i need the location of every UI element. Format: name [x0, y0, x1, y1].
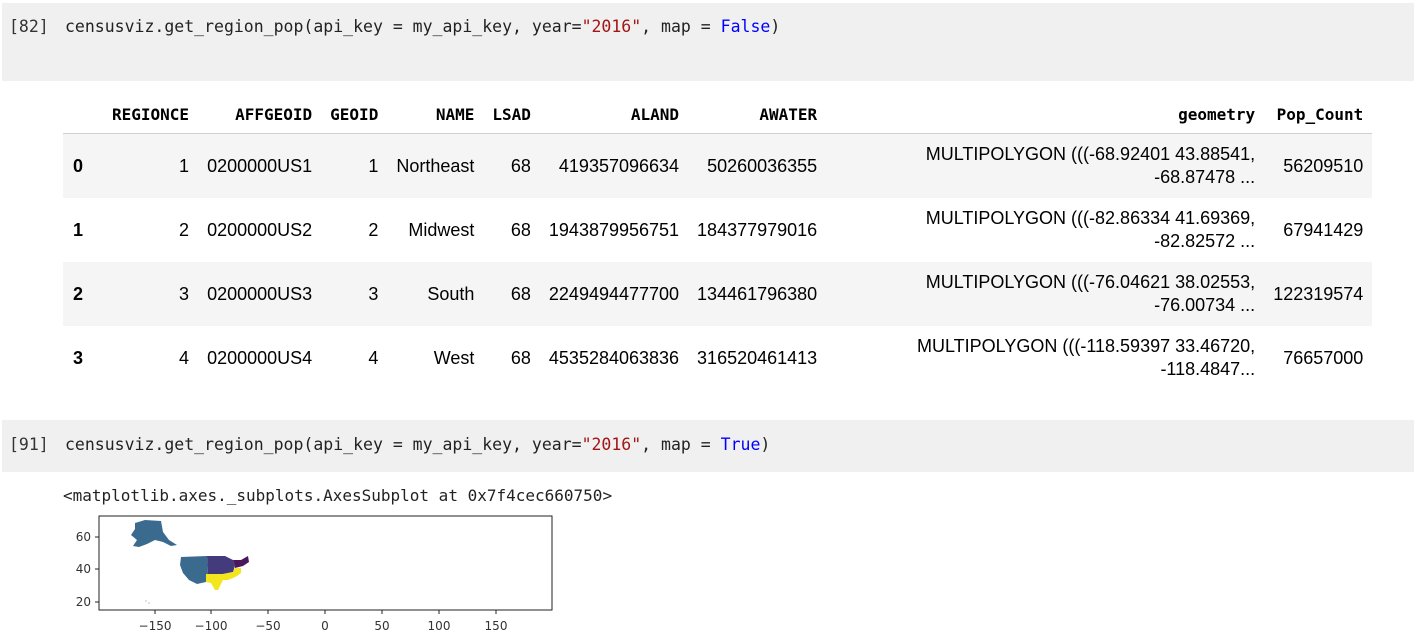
cell-pop-count: 56209510	[1283, 155, 1364, 176]
x-axis: −150 −100 −50 0 50 100 150	[139, 610, 508, 633]
cell-affgeoid: 0200000US4	[207, 347, 313, 368]
column-header-regionce: REGIONCE	[103, 95, 199, 134]
cell-regionce: 3	[179, 283, 190, 304]
cell-geoid: 1	[368, 155, 379, 176]
cell-name: West	[433, 347, 475, 368]
x-tick-label: −100	[195, 619, 228, 633]
cell-awater: 184377979016	[697, 219, 818, 240]
cell-aland: 2249494477700	[548, 283, 680, 304]
cell-awater: 316520461413	[697, 347, 818, 368]
cell-geometry: MULTIPOLYGON (((-118.59397 33.46720, -118…	[917, 336, 1256, 379]
column-header-lsad: LSAD	[483, 95, 540, 134]
code-line[interactable]: censusviz.get_region_pop(api_key = my_ap…	[65, 17, 780, 36]
table-header-row: REGIONCE AFFGEOID GEOID NAME LSAD ALAND …	[63, 95, 1373, 134]
x-tick-label: 150	[485, 619, 508, 633]
cell-pop-count: 122319574	[1273, 283, 1364, 304]
cell-lsad: 68	[510, 347, 531, 368]
cell-aland: 1943879956751	[548, 219, 680, 240]
x-tick-label: 0	[321, 619, 329, 633]
cell-geometry: MULTIPOLYGON (((-76.04621 38.02553, -76.0…	[925, 272, 1256, 315]
cell-affgeoid: 0200000US1	[207, 155, 313, 176]
column-header-index	[63, 95, 103, 134]
y-tick-label: 20	[76, 595, 91, 609]
y-axis: 60 40 20	[76, 530, 99, 609]
x-tick-label: 50	[374, 619, 389, 633]
column-header-geometry: geometry	[826, 95, 1265, 134]
cell-regionce: 2	[179, 219, 190, 240]
code-cell-82[interactable]: [82] censusviz.get_region_pop(api_key = …	[2, 3, 1414, 81]
table-row: 0 1 0200000US1 1 Northeast 68 4193570966…	[63, 133, 1373, 198]
x-tick-label: −150	[139, 619, 172, 633]
code-cell-91[interactable]: [91] censusviz.get_region_pop(api_key = …	[2, 420, 1414, 472]
table-row: 3 4 0200000US4 4 West 68 4535284063836 3…	[63, 326, 1372, 390]
table-row: 2 3 0200000US3 3 South 68 2249494477700 …	[63, 262, 1373, 326]
column-header-affgeoid: AFFGEOID	[198, 95, 322, 134]
cell-geometry: MULTIPOLYGON (((-68.92401 43.88541, -68.8…	[925, 144, 1256, 187]
cell-name: Midwest	[408, 219, 475, 240]
dataframe-table: REGIONCE AFFGEOID GEOID NAME LSAD ALAND …	[63, 95, 1373, 390]
cell-pop-count: 67941429	[1283, 219, 1364, 240]
hawaii-shape	[145, 600, 147, 602]
hawaii-shape	[148, 602, 150, 604]
cell-prompt: [91]	[9, 435, 49, 454]
column-header-geoid: GEOID	[321, 95, 388, 134]
cell-lsad: 68	[510, 283, 531, 304]
cell-lsad: 68	[510, 155, 531, 176]
x-tick-label: 100	[428, 619, 451, 633]
cell-pop-count: 76657000	[1283, 347, 1364, 368]
column-header-awater: AWATER	[688, 95, 827, 134]
row-index: 1	[73, 219, 84, 240]
cell-prompt: [82]	[9, 17, 49, 36]
output-repr-text: <matplotlib.axes._subplots.AxesSubplot a…	[63, 486, 613, 505]
cell-geoid: 3	[368, 283, 379, 304]
row-index: 2	[73, 283, 84, 304]
region-map-plot: 60 40 20 −150 −100 −50 0 50 100 150	[76, 515, 553, 633]
column-header-pop-count: Pop_Count	[1264, 95, 1373, 134]
cell-affgeoid: 0200000US2	[207, 219, 313, 240]
cell-name: Northeast	[396, 155, 475, 176]
cell-aland: 419357096634	[558, 155, 680, 176]
column-header-aland: ALAND	[539, 95, 689, 134]
plot-axes-frame	[98, 515, 553, 611]
cell-affgeoid: 0200000US3	[207, 283, 313, 304]
row-index: 0	[73, 155, 84, 176]
cell-lsad: 68	[510, 219, 531, 240]
cell-awater: 50260036355	[707, 155, 818, 176]
cell-name: South	[427, 283, 475, 304]
table-row: 1 2 0200000US2 2 Midwest 68 194387995675…	[63, 198, 1372, 262]
cell-awater: 134461796380	[697, 283, 818, 304]
cell-regionce: 4	[179, 347, 190, 368]
x-tick-label: −50	[255, 619, 280, 633]
cell-geoid: 2	[368, 219, 379, 240]
cell-geometry: MULTIPOLYGON (((-82.86334 41.69369, -82.8…	[925, 208, 1256, 251]
y-tick-label: 60	[76, 530, 91, 544]
row-index: 3	[73, 347, 84, 368]
cell-regionce: 1	[179, 155, 190, 176]
cell-aland: 4535284063836	[548, 347, 680, 368]
y-tick-label: 40	[76, 562, 91, 576]
code-line[interactable]: censusviz.get_region_pop(api_key = my_ap…	[65, 435, 770, 454]
column-header-name: NAME	[387, 95, 484, 134]
cell-geoid: 4	[368, 347, 379, 368]
